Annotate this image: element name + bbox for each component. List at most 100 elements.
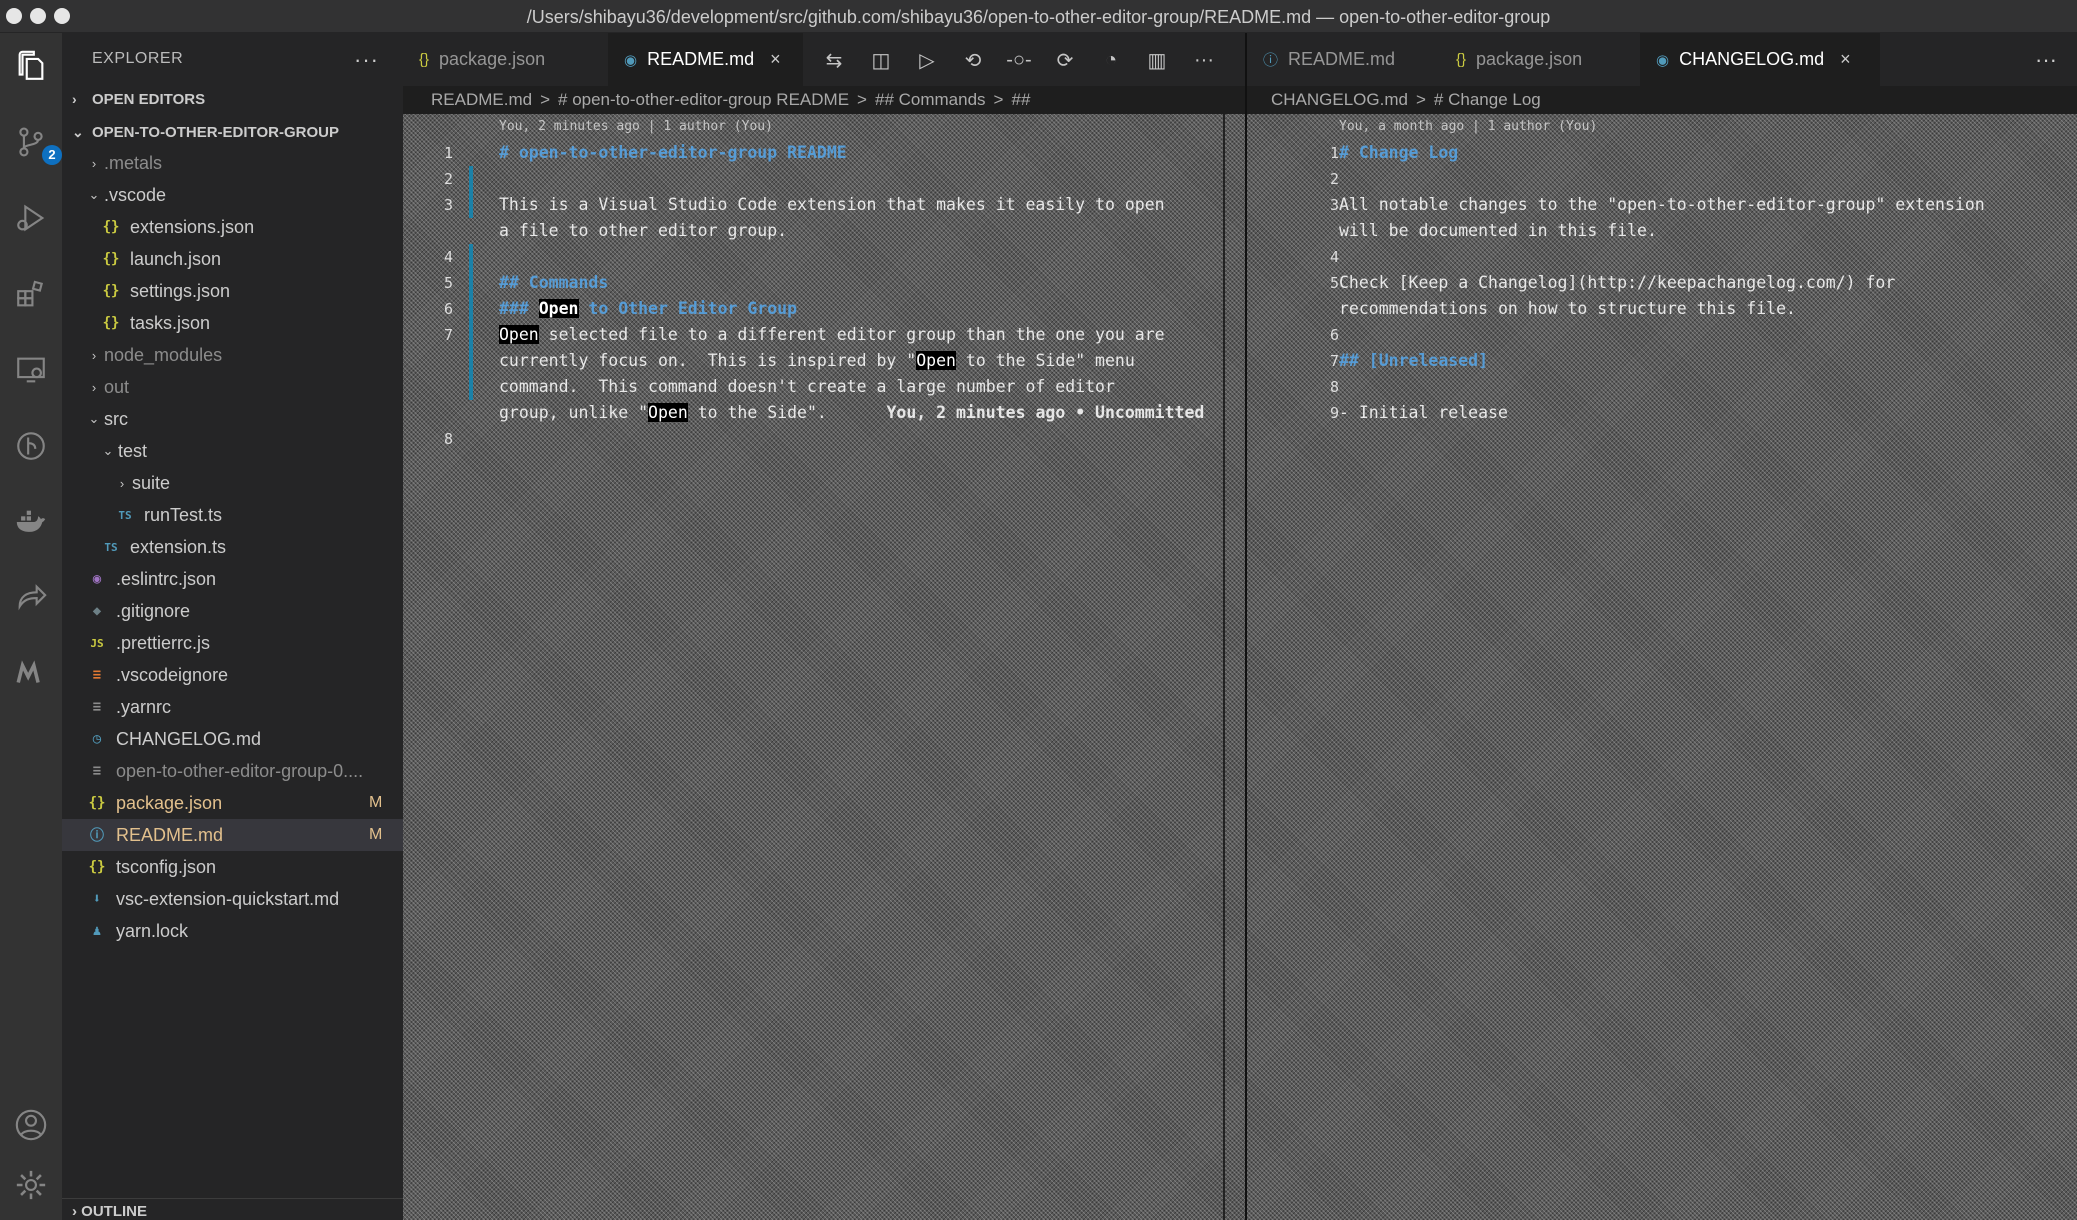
open-editors-section[interactable]: › OPEN EDITORS — [62, 83, 403, 115]
code-line[interactable]: - Initial release — [1339, 400, 1508, 426]
tree-file-item[interactable]: ♟ yarn.lock — [62, 915, 403, 947]
close-tab-icon[interactable]: × — [770, 49, 781, 70]
more-actions-icon[interactable]: ··· — [2027, 33, 2077, 86]
left-editor[interactable]: You, 2 minutes ago | 1 author (You) 1 # op… — [403, 114, 1245, 1220]
line-number: 3 — [1329, 196, 1339, 214]
code-line[interactable]: # Change Log — [1339, 140, 1458, 166]
go-back-icon[interactable]: ⟲ — [957, 44, 989, 76]
tree-file-item[interactable]: ◷ CHANGELOG.md — [62, 723, 403, 755]
tree-folder-item[interactable]: › suite — [62, 467, 403, 499]
code-line[interactable]: command. This command doesn't create a l… — [499, 374, 1115, 400]
workspace-folder-section[interactable]: ⌄ OPEN-TO-OTHER-EDITOR-GROUP — [62, 116, 403, 148]
tab-package-json[interactable]: {} package.json — [403, 33, 608, 86]
tree-file-item[interactable]: ≡ .yarnrc — [62, 691, 403, 723]
docker-icon[interactable] — [12, 503, 50, 541]
tab-package-json[interactable]: {} package.json — [1440, 33, 1640, 86]
settings-gear-icon[interactable] — [12, 1166, 50, 1204]
tree-item-label: out — [104, 376, 130, 397]
tree-file-item[interactable]: ⓘ README.md M — [62, 819, 403, 851]
more-actions-icon[interactable]: ··· — [1188, 44, 1220, 76]
breadcrumb-item[interactable]: README.md — [431, 90, 532, 110]
code-line[interactable]: ## Commands — [499, 270, 608, 296]
workspace-folder-label: OPEN-TO-OTHER-EDITOR-GROUP — [92, 123, 339, 141]
git-change-marker[interactable] — [469, 166, 473, 218]
tree-file-item[interactable]: {} tasks.json — [62, 307, 403, 339]
git-change-marker[interactable] — [469, 244, 473, 270]
markdown-icon[interactable] — [12, 655, 50, 693]
source-control-icon[interactable]: 2 — [12, 123, 62, 165]
line-number: 8 — [1329, 378, 1339, 396]
tree-file-item[interactable]: TS runTest.ts — [62, 499, 403, 531]
tab-readme-md[interactable]: ⓘ README.md — [1247, 33, 1440, 86]
breadcrumb-item[interactable]: CHANGELOG.md — [1271, 90, 1408, 110]
line-number: 6 — [1329, 326, 1339, 344]
breadcrumb-item[interactable]: ## Commands — [875, 90, 986, 110]
tree-file-item[interactable]: ◆ .gitignore — [62, 595, 403, 627]
code-line[interactable]: This is a Visual Studio Code extension t… — [499, 192, 1165, 218]
tree-file-item[interactable]: {} package.json M — [62, 787, 403, 819]
open-preview-icon[interactable]: ◫ — [865, 44, 897, 76]
tree-folder-item[interactable]: › node_modules — [62, 339, 403, 371]
breadcrumb-item[interactable]: # Change Log — [1434, 90, 1541, 110]
code-line[interactable]: ### Open to Other Editor Group — [499, 296, 797, 322]
outline-label: OUTLINE — [81, 1203, 148, 1220]
tree-file-item[interactable]: {} launch.json — [62, 243, 403, 275]
vertical-scrollbar[interactable] — [1223, 114, 1225, 1220]
breadcrumb-item[interactable]: # open-to-other-editor-group README — [558, 90, 849, 110]
explorer-more-actions-icon[interactable]: ··· — [354, 47, 379, 73]
code-line[interactable]: All notable changes to the "open-to-othe… — [1339, 192, 1985, 218]
compare-changes-icon[interactable]: ⇆ — [818, 44, 850, 76]
tree-file-item[interactable]: ◉ .eslintrc.json — [62, 563, 403, 595]
tree-item-label: test — [118, 440, 148, 461]
git-status-badge: M — [369, 794, 383, 811]
files-icon[interactable] — [12, 47, 50, 85]
tree-file-item[interactable]: {} tsconfig.json — [62, 851, 403, 883]
account-icon[interactable] — [12, 1106, 50, 1144]
code-line[interactable]: Open selected file to a different editor… — [499, 322, 1165, 348]
tree-item-label: tasks.json — [130, 312, 211, 333]
tree-folder-item[interactable]: › .metals — [62, 147, 403, 179]
extensions-icon[interactable] — [12, 275, 50, 313]
tree-file-item[interactable]: {} extensions.json — [62, 211, 403, 243]
line-number: 9 — [1329, 404, 1339, 422]
go-forward-icon[interactable]: ⟳ — [1049, 44, 1081, 76]
git-change-marker[interactable] — [469, 270, 473, 400]
commit-icon[interactable]: -○- — [1003, 44, 1035, 76]
tree-file-item[interactable]: JS .prettierrc.js — [62, 627, 403, 659]
codelens-authors[interactable]: You, 2 minutes ago | 1 author (You) — [499, 114, 773, 140]
code-line[interactable]: recommendations on how to structure this… — [1339, 296, 1796, 322]
tree-folder-item[interactable]: ⌄ .vscode — [62, 179, 403, 211]
tree-file-item[interactable]: {} settings.json — [62, 275, 403, 307]
code-line[interactable]: ## [Unreleased] — [1339, 348, 1488, 374]
chevron-down-icon: ⌄ — [88, 187, 100, 202]
tab-changelog-md[interactable]: ◉ CHANGELOG.md × — [1640, 33, 1880, 86]
run-icon[interactable]: ▷ — [911, 44, 943, 76]
gitlens-icon[interactable] — [12, 427, 50, 465]
tab-label: CHANGELOG.md — [1679, 49, 1825, 69]
tree-file-item[interactable]: TS extension.ts — [62, 531, 403, 563]
run-debug-icon[interactable] — [12, 199, 50, 237]
tree-file-item[interactable]: ⬇ vsc-extension-quickstart.md — [62, 883, 403, 915]
tree-file-item[interactable]: ≡ open-to-other-editor-group-0.... — [62, 755, 403, 787]
outline-section[interactable]: › OUTLINE — [62, 1198, 403, 1220]
code-line[interactable]: # open-to-other-editor-group README — [499, 140, 847, 166]
timeline-icon[interactable]: ◔ — [1095, 44, 1127, 76]
tree-folder-item[interactable]: ⌄ src — [62, 403, 403, 435]
tab-readme-md[interactable]: ◉ README.md × — [608, 33, 803, 86]
remote-explorer-icon[interactable] — [12, 351, 50, 389]
codelens-authors[interactable]: You, a month ago | 1 author (You) — [1339, 114, 1597, 140]
tree-folder-item[interactable]: › out — [62, 371, 403, 403]
word-highlight: Open — [916, 351, 956, 370]
live-share-icon[interactable] — [12, 579, 50, 617]
code-line[interactable]: group, unlike "Open to the Side". You, 2… — [499, 400, 1204, 426]
code-line[interactable]: Check [Keep a Changelog](http://keepacha… — [1339, 270, 1895, 296]
tree-file-item[interactable]: ≡ .vscodeignore — [62, 659, 403, 691]
split-editor-icon[interactable]: ▥ — [1141, 44, 1173, 76]
tree-folder-item[interactable]: ⌄ test — [62, 435, 403, 467]
code-line[interactable]: will be documented in this file. — [1339, 218, 1657, 244]
close-tab-icon[interactable]: × — [1840, 49, 1851, 70]
code-line[interactable]: currently focus on. This is inspired by … — [499, 348, 1135, 374]
right-editor[interactable]: You, a month ago | 1 author (You) 1 # Chan… — [1247, 114, 2077, 1220]
code-line[interactable]: a file to other editor group. — [499, 218, 787, 244]
breadcrumb-item[interactable]: ## — [1011, 90, 1030, 110]
